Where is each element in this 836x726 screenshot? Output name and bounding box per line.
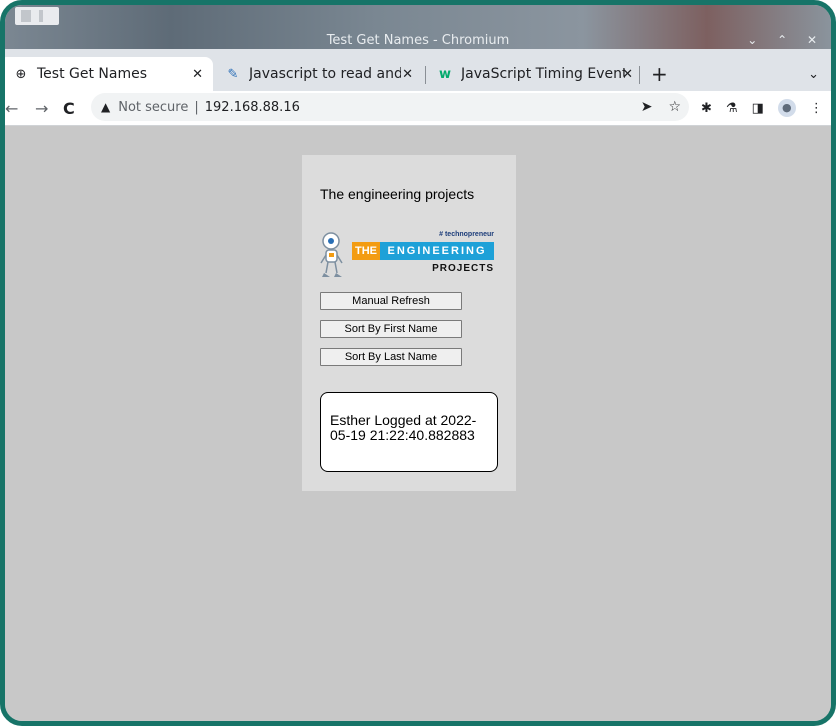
tab-label: JavaScript Timing Event [461,66,625,82]
tab-label: Javascript to read and di [249,66,401,82]
page-content: The engineering projects # technopreneur… [5,126,831,721]
w3schools-icon: w [438,66,451,82]
address-bar[interactable]: ▲ Not secure | 192.168.88.16 ➤ ☆ [91,93,689,121]
tabstrip-top [5,49,831,57]
tab-strip: ⊕ Test Get Names ✕ ✎ Javascript to read … [5,57,831,91]
tab-separator [425,66,426,84]
profile-avatar-icon[interactable]: ● [777,99,796,117]
tab-search-icon[interactable]: ⌄ [808,57,819,91]
window-titlebar: Test Get Names - Chromium ⌄ ⌃ ✕ [5,5,831,49]
window-thumbnail [15,7,59,25]
log-message: Esther Logged at 2022-05-19 21:22:40.882… [330,412,477,443]
logo-tagline: # technopreneur [439,231,494,238]
manual-refresh-button[interactable]: Manual Refresh [320,292,462,310]
toolbar-icons: ✱ ⚗ ◨ ● ⋮ [701,91,831,125]
tab-separator [639,66,640,84]
send-icon[interactable]: ➤ [641,99,653,115]
back-button[interactable]: ← [5,91,18,125]
tab-label: Test Get Names [37,66,148,82]
globe-icon: ⊕ [15,66,27,82]
menu-dots-icon[interactable]: ⋮ [810,101,823,116]
window-controls[interactable]: ⌄ ⌃ ✕ [747,33,825,47]
window-title: Test Get Names - Chromium [326,33,510,48]
robot-icon [320,232,343,277]
flask-icon[interactable]: ⚗ [726,101,738,116]
sort-first-name-button[interactable]: Sort By First Name [320,320,462,338]
sort-last-name-button[interactable]: Sort By Last Name [320,348,462,366]
reload-button[interactable]: C [63,91,75,125]
warning-icon[interactable]: ▲ [101,100,110,114]
browser-toolbar: ← → C ▲ Not secure | 192.168.88.16 ➤ ☆ ✱… [5,91,831,126]
tab-javascript-read[interactable]: ✎ Javascript to read and di ✕ [217,57,423,91]
new-tab-button[interactable]: + [651,57,668,91]
screenshot-frame: Test Get Names - Chromium ⌄ ⌃ ✕ ⊕ Test G… [0,0,836,726]
tab-test-get-names[interactable]: ⊕ Test Get Names ✕ [5,57,213,91]
engineering-projects-logo: # technopreneur THE ENGINEERING PROJECTS [320,231,496,277]
logo-banner: THE ENGINEERING [352,242,494,260]
close-icon[interactable]: ✕ [402,67,413,82]
security-label[interactable]: Not secure [118,100,188,115]
logo-projects: PROJECTS [432,263,494,274]
content-card: The engineering projects # technopreneur… [302,155,516,491]
extensions-icon[interactable]: ✱ [701,101,712,116]
url-text[interactable]: 192.168.88.16 [205,100,300,115]
side-panel-icon[interactable]: ◨ [752,101,764,116]
page-heading: The engineering projects [320,186,475,202]
omnibox-actions: ➤ ☆ [625,93,681,121]
url-separator: | [194,99,199,115]
close-icon[interactable]: ✕ [192,67,203,82]
pen-icon: ✎ [227,66,239,82]
forward-button[interactable]: → [35,91,48,125]
logo-the: THE [352,242,380,260]
close-icon[interactable]: ✕ [622,67,633,82]
bookmark-star-icon[interactable]: ☆ [668,99,681,115]
log-message-box: Esther Logged at 2022-05-19 21:22:40.882… [320,392,498,472]
tab-timing-events[interactable]: w JavaScript Timing Event ✕ [429,57,643,91]
logo-engineering: ENGINEERING [380,242,494,260]
